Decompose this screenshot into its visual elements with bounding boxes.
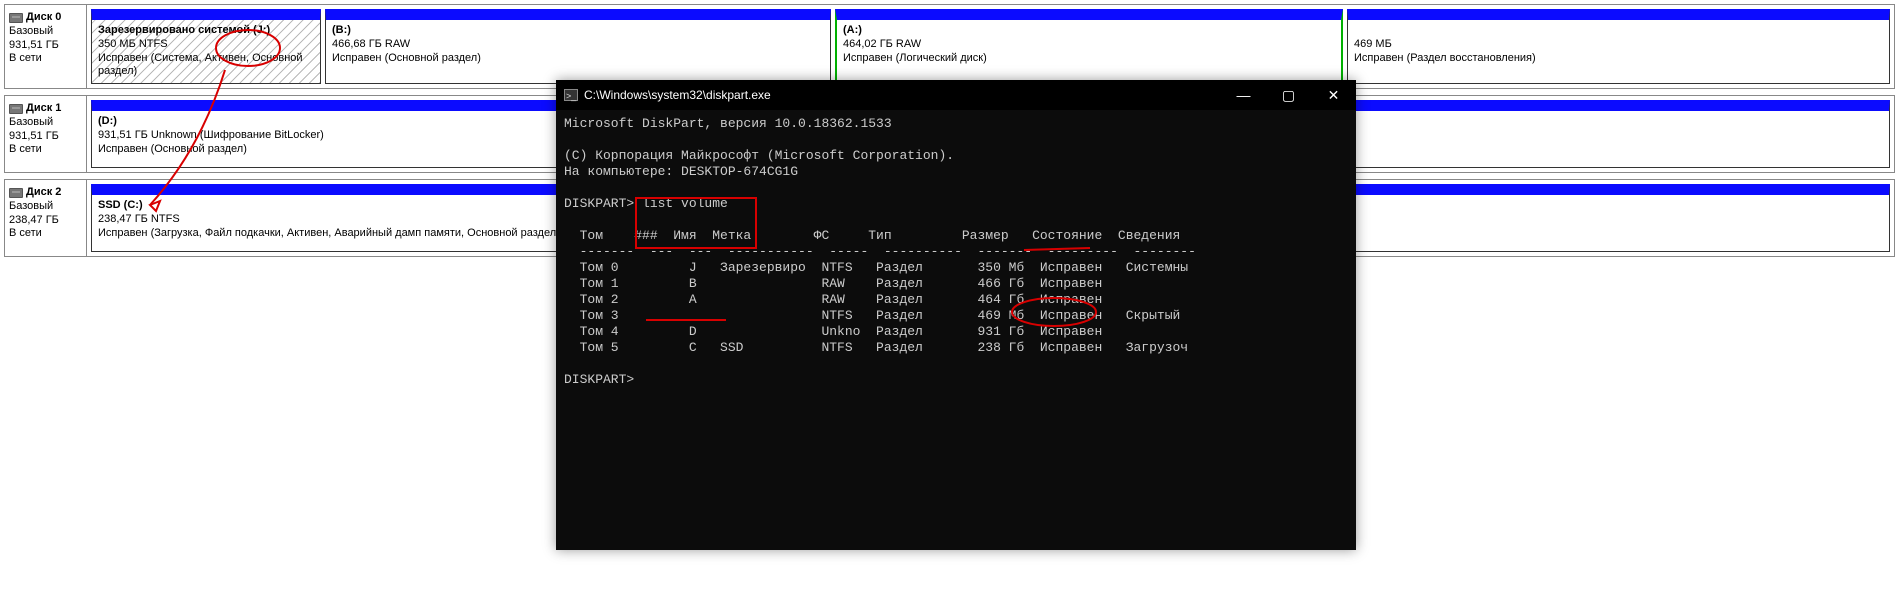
console-line: DISKPART> list volume (564, 196, 728, 211)
partition-sizefs: 931,51 ГБ Unknown (Шифрование BitLocker) (98, 129, 324, 141)
console-line: (C) Корпорация Майкрософт (Microsoft Cor… (564, 148, 954, 163)
partition-title: Зарезервировано системой (J:) (98, 24, 270, 36)
partition-sizefs: 350 МБ NTFS (98, 38, 168, 50)
partition-title: SSD (C:) (98, 199, 143, 211)
console-line: На компьютере: DESKTOP-674CG1G (564, 164, 798, 179)
diskpart-console-window[interactable]: C:\Windows\system32\diskpart.exe — ▢ ✕ M… (556, 80, 1356, 550)
partitions-0: Зарезервировано системой (J:) 350 МБ NTF… (87, 5, 1894, 88)
disk-size: 238,47 ГБ (9, 214, 82, 228)
partition-a[interactable]: (A:) 464,02 ГБ RAW Исправен (Логический … (835, 9, 1343, 84)
partition-state: Исправен (Система, Активен, Основной раз… (98, 52, 303, 78)
console-line: Microsoft DiskPart, версия 10.0.18362.15… (564, 116, 892, 131)
disk-status: В сети (9, 227, 82, 241)
disk-size: 931,51 ГБ (9, 130, 82, 144)
partition-sizefs: 466,68 ГБ RAW (332, 38, 410, 50)
partition-b[interactable]: (B:) 466,68 ГБ RAW Исправен (Основной ра… (325, 9, 831, 84)
console-row: Том 4 D Unkno Раздел 931 Гб Исправен (564, 324, 1102, 339)
partition-state: Исправен (Раздел восстановления) (1354, 52, 1536, 64)
disk-status: В сети (9, 52, 82, 66)
window-buttons: — ▢ ✕ (1221, 80, 1356, 110)
disk-header-1: Диск 1 Базовый 931,51 ГБ В сети (5, 96, 87, 172)
disk-size: 931,51 ГБ (9, 39, 82, 53)
console-separator-line: ------- --- --- ----------- ----- ------… (564, 244, 1196, 259)
partition-title: (D:) (98, 115, 117, 127)
console-row: Том 1 B RAW Раздел 466 Гб Исправен (564, 276, 1102, 291)
maximize-button[interactable]: ▢ (1266, 80, 1311, 110)
disk-type: Базовый (9, 200, 82, 214)
partition-recovery[interactable]: 469 МБ Исправен (Раздел восстановления) (1347, 9, 1890, 84)
close-button[interactable]: ✕ (1311, 80, 1356, 110)
disk-icon (9, 104, 23, 114)
disk-name: Диск 1 (26, 102, 61, 116)
partition-state: Исправен (Логический диск) (843, 52, 987, 64)
partition-state: Исправен (Основной раздел) (332, 52, 481, 64)
console-row: Том 0 J Зарезервиро NTFS Раздел 350 Мб И… (564, 260, 1188, 275)
partition-sizefs: 469 МБ (1354, 38, 1392, 50)
cmd-icon (564, 89, 578, 101)
disk-row-0[interactable]: Диск 0 Базовый 931,51 ГБ В сети Зарезерв… (4, 4, 1895, 89)
disk-type: Базовый (9, 25, 82, 39)
partition-title: (A:) (843, 24, 862, 36)
console-titlebar[interactable]: C:\Windows\system32\diskpart.exe — ▢ ✕ (556, 80, 1356, 110)
console-row: Том 5 C SSD NTFS Раздел 238 Гб Исправен … (564, 340, 1188, 355)
disk-header-2: Диск 2 Базовый 238,47 ГБ В сети (5, 180, 87, 256)
minimize-button[interactable]: — (1221, 80, 1266, 110)
disk-header-0: Диск 0 Базовый 931,51 ГБ В сети (5, 5, 87, 88)
console-row: Том 2 A RAW Раздел 464 Гб Исправен (564, 292, 1102, 307)
disk-icon (9, 188, 23, 198)
partition-j[interactable]: Зарезервировано системой (J:) 350 МБ NTF… (91, 9, 321, 84)
partition-sizefs: 238,47 ГБ NTFS (98, 213, 180, 225)
partition-state: Исправен (Загрузка, Файл подкачки, Актив… (98, 227, 560, 239)
disk-name: Диск 2 (26, 186, 61, 200)
console-header-line: Том ### Имя Метка ФС Тип Размер Состояни… (564, 228, 1180, 243)
partition-title: (B:) (332, 24, 351, 36)
partition-state: Исправен (Основной раздел) (98, 143, 247, 155)
disk-type: Базовый (9, 116, 82, 130)
console-body[interactable]: Microsoft DiskPart, версия 10.0.18362.15… (556, 110, 1356, 394)
console-row: Том 3 NTFS Раздел 469 Мб Исправен Скрыты… (564, 308, 1180, 323)
disk-status: В сети (9, 143, 82, 157)
disk-icon (9, 13, 23, 23)
partition-sizefs: 464,02 ГБ RAW (843, 38, 921, 50)
disk-name: Диск 0 (26, 11, 61, 25)
console-title: C:\Windows\system32\diskpart.exe (584, 87, 771, 103)
console-prompt: DISKPART> (564, 372, 634, 387)
